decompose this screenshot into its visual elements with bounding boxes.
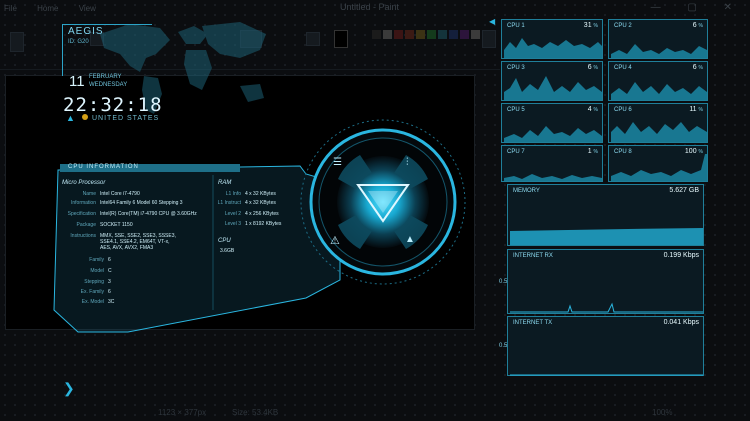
collapse-arrow-icon[interactable]: ◀	[489, 17, 495, 26]
info-row: Package SOCKET 1150	[76, 222, 133, 228]
warning-icon[interactable]: ⚠	[330, 234, 340, 247]
paint-tab-file[interactable]: File	[4, 4, 17, 13]
cpu-5-card: CPU 5 4 %	[501, 103, 603, 143]
cache-row: Level 31 x 8192 KBytes	[224, 221, 282, 227]
rx-y-tick: 0.5	[499, 279, 508, 285]
internet-rx-card: INTERNET RX 0.199 Kbps	[507, 249, 704, 314]
paint-status-bar: 1123 × 377px Size: 53.4KB 100%	[0, 400, 750, 421]
color1-swatch[interactable]	[334, 30, 348, 48]
location-country: UNITED STATES	[92, 115, 160, 122]
info-row: Specification Intel(R) Core(TM) i7-4790 C…	[67, 211, 197, 217]
cpu-speed: 3.6GB	[220, 248, 235, 254]
info-row: Family 6	[89, 257, 111, 263]
cpu-8-card: CPU 8 100 %	[608, 145, 708, 182]
info-row: Ex. Model 3C	[81, 299, 115, 305]
info-row: Stepping 3	[84, 279, 111, 285]
internet-tx-graph	[510, 374, 703, 376]
size-icon[interactable]	[306, 32, 320, 46]
status-zoom: 100%	[652, 408, 673, 417]
window-controls[interactable]: — ▢ ✕	[651, 2, 744, 13]
cpu-7-card: CPU 7 1 %	[501, 145, 603, 182]
cpu-4-graph	[611, 82, 707, 100]
micro-processor-heading: Micro Processor	[62, 180, 106, 186]
cpu-4-card: CPU 4 6 %	[608, 61, 708, 101]
status-file-size: Size: 53.4KB	[232, 408, 279, 417]
cache-row: Level 24 x 256 KBytes	[224, 211, 279, 217]
cpu-3-graph	[504, 76, 602, 100]
info-row: Name Intel Core i7-4790	[82, 191, 140, 197]
paste-icon[interactable]	[10, 32, 24, 52]
internet-rx-graph	[510, 302, 703, 313]
ram-heading: RAM	[218, 180, 232, 186]
clock-time: 22:32:18	[63, 94, 163, 116]
cpu-2-card: CPU 2 6 %	[608, 19, 708, 59]
cpu-heading: CPU	[218, 238, 231, 244]
cache-row: L1 Info 4 x 32 KBytes	[225, 191, 276, 197]
paint-tab-home[interactable]: Home	[37, 4, 58, 13]
cache-row: L1 Instruct 4 x 32 KBytes	[217, 200, 276, 206]
stats-icon[interactable]: ⫶	[406, 157, 409, 168]
cpu-8-graph	[611, 154, 707, 181]
paint-tab-view[interactable]: View	[79, 4, 96, 13]
aegis-ring-launcher[interactable]	[298, 117, 468, 287]
cpu-6-graph	[611, 122, 707, 142]
memory-card: MEMORY 5.627 GB	[507, 184, 704, 246]
cpu-6-card: CPU 6 11 %	[608, 103, 708, 143]
aegis-id: ID: G20	[68, 39, 89, 45]
paint-window-title: Untitled - Paint	[340, 2, 400, 12]
paint-menu-tabs: File Home View	[4, 4, 114, 13]
cpu-1-graph	[504, 38, 602, 58]
info-row: Instructions MMX, SSE, SSE2, SSE3, SSSE3,…	[70, 233, 176, 251]
internet-tx-card: INTERNET TX 0.041 Kbps	[507, 316, 704, 376]
edit-colors-icon[interactable]	[482, 30, 496, 48]
info-row: Model C	[90, 268, 112, 274]
sun-icon	[82, 114, 88, 120]
tx-y-tick: 0.5	[499, 343, 508, 349]
weather-icon: ▲	[66, 113, 75, 123]
info-row: Ex. Family 6	[80, 289, 111, 295]
cpu-info-title: CPU INFORMATION	[68, 164, 139, 170]
date-month: FEBRUARY	[89, 74, 122, 80]
date-weekday: WEDNESDAY	[89, 82, 128, 88]
status-image-size: 1123 × 377px	[158, 408, 207, 417]
memory-graph	[510, 228, 703, 245]
cpu-3-card: CPU 3 6 %	[501, 61, 603, 101]
aegis-logo: AEGIS	[68, 26, 104, 37]
cpu-7-graph	[504, 174, 602, 181]
network-icon[interactable]: ▲	[405, 234, 415, 245]
color-palette[interactable]	[372, 30, 480, 39]
date-day: 11	[69, 73, 85, 90]
info-row: Information Intel64 Family 6 Model 60 Ste…	[70, 200, 183, 206]
cpu-2-graph	[611, 44, 707, 58]
menu-icon[interactable]: ☰	[333, 157, 342, 168]
chevron-right-icon[interactable]: ❯	[63, 380, 75, 397]
cpu-5-graph	[504, 126, 602, 142]
cpu-1-card: CPU 1 31 %	[501, 19, 603, 59]
